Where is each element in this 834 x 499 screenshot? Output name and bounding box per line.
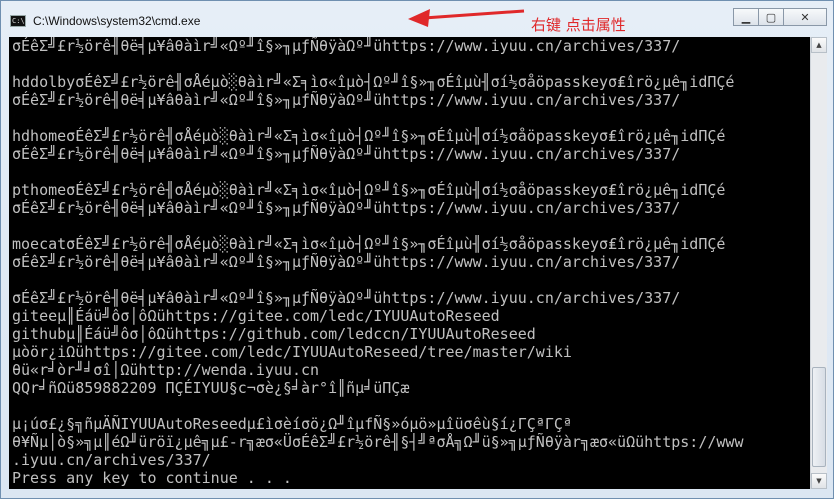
console-line: σÉêΣ╝£r½örê╢θë╡µ¥âθàìr╝«Ωº╜î§»╖µƒÑθÿàΩº╜… bbox=[12, 145, 681, 163]
console-line: pthomeσÉêΣ╝£r½örê╢σÅéµò░θàìr╝«Σ╕ìσ«îµò┤Ω… bbox=[12, 181, 726, 199]
cmd-app-icon[interactable]: C:\ bbox=[10, 15, 26, 27]
vertical-scrollbar[interactable]: ▲ ▼ bbox=[810, 37, 827, 489]
console-line: σÉêΣ╝£r½örê╢θë╡µ¥âθàìr╝«Ωº╜î§»╖µƒÑθÿàΩº╜… bbox=[12, 199, 681, 217]
console-line: σÉêΣ╝£r½örê╢θë╡µ¥âθàìr╝«Ωº╜î§»╖µƒÑθÿàΩº╜… bbox=[12, 289, 681, 307]
window-title: C:\Windows\system32\cmd.exe bbox=[33, 14, 201, 28]
console-line: giteeµ║Éáü╝ôσ│ôΩühttps://gitee.com/ledc/… bbox=[12, 307, 500, 325]
maximize-button[interactable]: ▢ bbox=[758, 8, 784, 26]
console-line: .iyuu.cn/archives/337/ bbox=[12, 451, 211, 469]
window-bottom-border bbox=[1, 489, 833, 498]
scroll-thumb[interactable] bbox=[812, 367, 826, 467]
console-line: σÉêΣ╝£r½örê╢θë╡µ¥âθàìr╝«Ωº╜î§»╖µƒÑθÿàΩº╜… bbox=[12, 91, 681, 109]
console-line: σÉêΣ╝£r½örê╢θë╡µ¥âθàìr╝«Ωº╜î§»╖µƒÑθÿàΩº╜… bbox=[12, 253, 681, 271]
console-output[interactable]: σÉêΣ╝£r½örê╢θë╡µ¥âθàìr╝«Ωº╜î§»╖µƒÑθÿàΩº╜… bbox=[9, 37, 810, 489]
console-line: θ¥Ñµ│ò§»╗µ║éΩ╜üröï¿µê╗µ£-r╗æσ«ÜσÉêΣ╝£r½ö… bbox=[12, 433, 744, 451]
console-line: githubµ║Éáü╝ôσ│ôΩühttps://github.com/led… bbox=[12, 325, 536, 343]
console-line: θü«r╛òr╜╛σî│Ωühttp://wenda.iyuu.cn bbox=[12, 361, 320, 379]
scroll-down-icon[interactable]: ▼ bbox=[811, 473, 827, 489]
annotation-arrow-icon bbox=[408, 9, 525, 27]
console-text: σÉêΣ╝£r½örê╢θë╡µ¥âθàìr╝«Ωº╜î§»╖µƒÑθÿàΩº╜… bbox=[9, 37, 810, 487]
minimize-icon: ▁ bbox=[741, 10, 751, 24]
minimize-button[interactable]: ▁ bbox=[733, 8, 759, 26]
console-line: σÉêΣ╝£r½örê╢θë╡µ¥âθàìr╝«Ωº╜î§»╖µƒÑθÿàΩº╜… bbox=[12, 37, 681, 55]
window-controls: ▁ ▢ ✕ bbox=[733, 8, 827, 27]
console-line: moecatσÉêΣ╝£r½örê╢σÅéµò░θàìr╝«Σ╕ìσ«îµò┤Ω… bbox=[12, 235, 726, 253]
console-line: hddolbyσÉêΣ╝£r½örê╢σÅéµò░θàìr╝«Σ╕ìσ«îµò┤… bbox=[12, 73, 735, 91]
annotation-text: 右键 点击属性 bbox=[531, 16, 626, 34]
console-line: QQr╛ñΩü859882209 ΠÇÉIYUU§c¬σè¿§╛àr°î║ñµ╛… bbox=[12, 379, 410, 397]
close-icon: ✕ bbox=[800, 10, 810, 24]
maximize-icon: ▢ bbox=[765, 10, 777, 24]
console-line: µòör¿iΩühttps://gitee.com/ledc/IYUUAutoR… bbox=[12, 343, 572, 361]
console-line: hdhomeσÉêΣ╝£r½örê╢σÅéµò░θàìr╝«Σ╕ìσ«îµò┤Ω… bbox=[12, 127, 726, 145]
console-line: µ¡úσ£¿§╗ñµÄÑIYUUAutoReseedµ£ìσèíσö¿Ω╜îµf… bbox=[12, 415, 572, 433]
scroll-up-icon[interactable]: ▲ bbox=[811, 37, 827, 53]
console-line: Press any key to continue . . . bbox=[12, 469, 292, 487]
cmd-window: C:\ C:\Windows\system32\cmd.exe 右键 点击属性 … bbox=[0, 0, 834, 499]
close-button[interactable]: ✕ bbox=[783, 8, 827, 26]
title-bar[interactable]: C:\ C:\Windows\system32\cmd.exe 右键 点击属性 … bbox=[1, 1, 833, 37]
